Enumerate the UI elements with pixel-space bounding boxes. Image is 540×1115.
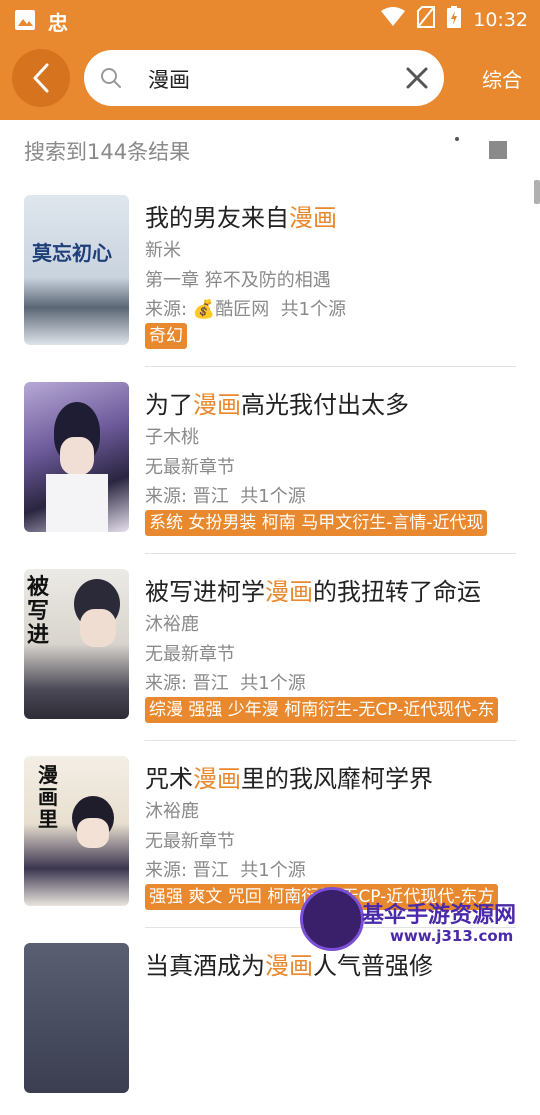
clear-search-button[interactable] xyxy=(404,65,430,91)
book-cover: 被写进 xyxy=(24,569,129,719)
book-source: 来源: 晋江 共1个源 xyxy=(145,860,306,881)
watermark-logo: 基伞手游资源网 www.j313.com xyxy=(300,885,540,960)
money-bag-icon: 💰 xyxy=(192,299,216,320)
book-item[interactable]: 莫忘初心 我的男友来自漫画 新米 第一章 猝不及防的相遇 来源: 💰酷匠网 共1… xyxy=(0,180,540,367)
book-title: 被写进柯学漫画的我扭转了命运 xyxy=(145,578,481,606)
no-sim-icon xyxy=(417,6,436,33)
cover-figure xyxy=(46,474,108,532)
battery-charging-icon xyxy=(447,6,462,33)
watermark-emblem-icon xyxy=(300,887,364,951)
watermark-name: 基伞手游资源网 xyxy=(362,903,517,928)
latest-chapter: 无最新章节 xyxy=(145,644,235,665)
book-tags: 系统 女扮男装 柯南 马甲文衍生-言情-近代现 xyxy=(145,510,488,536)
search-box[interactable] xyxy=(84,50,444,108)
book-cover xyxy=(24,943,129,1093)
chevron-left-icon xyxy=(33,63,49,93)
clock: 10:32 xyxy=(473,8,528,31)
book-cover: 莫忘初心 xyxy=(24,195,129,345)
book-source: 来源: 晋江 共1个源 xyxy=(145,673,306,694)
book-title: 我的男友来自漫画 xyxy=(145,204,337,232)
book-item[interactable]: 为了漫画高光我付出太多 子木桃 无最新章节 来源: 晋江 共1个源 系统 女扮男… xyxy=(0,367,540,554)
app-notification-icon: 忠 xyxy=(48,11,68,35)
book-item[interactable]: 被写进 被写进柯学漫画的我扭转了命运 沐裕鹿 无最新章节 来源: 晋江 共1个源… xyxy=(0,554,540,741)
search-icon xyxy=(101,68,121,88)
book-title: 咒术漫画里的我风靡柯学界 xyxy=(145,765,433,793)
search-input[interactable] xyxy=(146,50,390,108)
cover-figure xyxy=(80,609,116,647)
book-cover xyxy=(24,382,129,532)
book-author: 沐裕鹿 xyxy=(145,614,199,635)
latest-chapter: 第一章 猝不及防的相遇 xyxy=(145,270,331,291)
latest-chapter: 无最新章节 xyxy=(145,457,235,478)
book-author: 新米 xyxy=(145,240,181,261)
book-cover: 漫画里 xyxy=(24,756,129,906)
image-notification-icon xyxy=(14,9,36,35)
book-tags: 综漫 强强 少年漫 柯南衍生-无CP-近代现代-东 xyxy=(145,697,499,723)
latest-chapter: 无最新章节 xyxy=(145,831,235,852)
cover-figure xyxy=(77,818,109,848)
book-author: 子木桃 xyxy=(145,427,199,448)
status-bar: 忠 10:32 xyxy=(0,0,540,38)
book-source: 来源: 晋江 共1个源 xyxy=(145,486,306,507)
back-button[interactable] xyxy=(12,49,70,107)
cover-title: 被写进 xyxy=(27,574,50,648)
book-title: 为了漫画高光我付出太多 xyxy=(145,391,409,419)
book-source: 来源: 💰酷匠网 共1个源 xyxy=(145,299,347,320)
search-toolbar: 综合 xyxy=(0,38,540,120)
book-tags: 奇幻 xyxy=(145,323,187,349)
sort-combined-button[interactable]: 综合 xyxy=(482,64,522,93)
cover-title: 莫忘初心 xyxy=(32,241,112,265)
watermark-url: www.j313.com xyxy=(390,927,514,945)
book-author: 沐裕鹿 xyxy=(145,801,199,822)
result-count: 搜索到144条结果 xyxy=(24,140,191,164)
cover-figure xyxy=(60,437,94,475)
loading-dot-icon xyxy=(455,137,459,141)
cover-title: 漫画里 xyxy=(38,763,58,831)
search-result-list: 莫忘初心 我的男友来自漫画 新米 第一章 猝不及防的相遇 来源: 💰酷匠网 共1… xyxy=(0,180,540,1115)
wifi-icon xyxy=(381,7,406,32)
stop-search-button[interactable] xyxy=(489,141,507,159)
